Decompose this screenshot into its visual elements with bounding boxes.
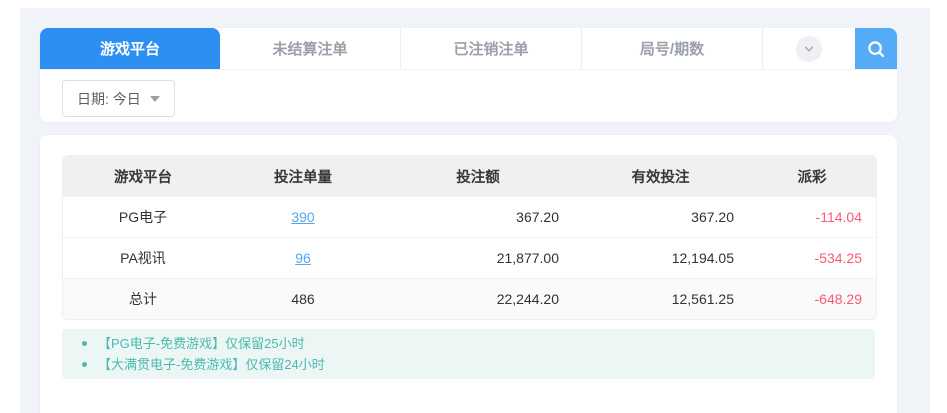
total-payout-cell: -648.29 [748, 278, 876, 319]
search-icon [865, 38, 887, 60]
payout-cell: -534.25 [748, 237, 876, 278]
caret-down-icon [150, 96, 160, 102]
header-platform: 游戏平台 [63, 156, 223, 196]
tab-game-platform[interactable]: 游戏平台 [40, 28, 220, 69]
total-bet-amount-cell: 22,244.20 [383, 278, 573, 319]
total-bet-count-cell: 486 [223, 278, 383, 319]
filter-row: 日期: 今日 [40, 70, 897, 117]
results-table-wrap: 游戏平台 投注单量 投注额 有效投注 派彩 PG电子 390 367.20 36… [62, 155, 875, 320]
note-text: 【PG电子-免费游戏】仅保留25小时 [98, 333, 305, 354]
table-row: PG电子 390 367.20 367.20 -114.04 [63, 196, 876, 237]
tab-unsettled-orders[interactable]: 未结算注单 [220, 28, 400, 69]
search-button[interactable] [855, 28, 897, 69]
valid-bet-cell: 367.20 [573, 196, 748, 237]
table-row: PA视讯 96 21,877.00 12,194.05 -534.25 [63, 237, 876, 278]
valid-bet-cell: 12,194.05 [573, 237, 748, 278]
tab-bar: 游戏平台 未结算注单 已注销注单 局号/期数 [40, 28, 897, 70]
date-filter-label: 日期: 今日 [77, 89, 141, 109]
payout-cell: -114.04 [748, 196, 876, 237]
total-valid-bet-cell: 12,561.25 [573, 278, 748, 319]
header-valid-bet: 有效投注 [573, 156, 748, 196]
platform-cell: PG电子 [63, 196, 223, 237]
bet-count-link[interactable]: 96 [295, 250, 311, 266]
note-text: 【大满贯电子-免费游戏】仅保留24小时 [98, 354, 325, 375]
chevron-down-icon [796, 36, 822, 62]
platform-cell: PA视讯 [63, 237, 223, 278]
retention-notes: 【PG电子-免费游戏】仅保留25小时 【大满贯电子-免费游戏】仅保留24小时 [62, 329, 875, 379]
tab-round-number[interactable]: 局号/期数 [581, 28, 762, 69]
bet-amount-cell: 21,877.00 [383, 237, 573, 278]
bullet-icon [82, 362, 87, 367]
tab-cancelled-orders[interactable]: 已注销注单 [400, 28, 581, 69]
note-line: 【PG电子-免费游戏】仅保留25小时 [78, 333, 859, 354]
bullet-icon [82, 341, 87, 346]
bet-amount-cell: 367.20 [383, 196, 573, 237]
total-label-cell: 总计 [63, 278, 223, 319]
bet-count-link[interactable]: 390 [291, 209, 314, 225]
table-total-row: 总计 486 22,244.20 12,561.25 -648.29 [63, 278, 876, 319]
header-payout: 派彩 [748, 156, 876, 196]
header-bet-count: 投注单量 [223, 156, 383, 196]
note-line: 【大满贯电子-免费游戏】仅保留24小时 [78, 354, 859, 375]
date-filter-button[interactable]: 日期: 今日 [62, 80, 175, 117]
page-background: 游戏平台 未结算注单 已注销注单 局号/期数 [20, 8, 930, 413]
header-bet-amount: 投注额 [383, 156, 573, 196]
table-header-row: 游戏平台 投注单量 投注额 有效投注 派彩 [63, 156, 876, 196]
results-panel: 游戏平台 投注单量 投注额 有效投注 派彩 PG电子 390 367.20 36… [40, 135, 897, 413]
filter-panel: 游戏平台 未结算注单 已注销注单 局号/期数 [40, 28, 897, 122]
results-table: 游戏平台 投注单量 投注额 有效投注 派彩 PG电子 390 367.20 36… [62, 155, 877, 320]
more-tabs-toggle[interactable] [762, 28, 855, 69]
